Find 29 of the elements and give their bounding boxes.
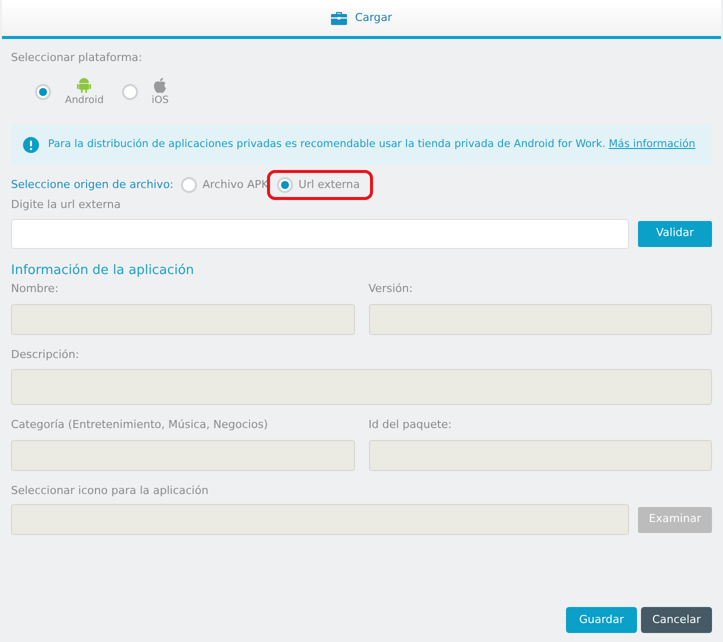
cancel-button[interactable]: Cancelar [641,607,712,633]
header-title: Cargar [355,10,392,26]
url-label: Digite la url externa [11,197,122,213]
info-text: Para la distribución de aplicaciones privadas es recomendable usar la tienda privada de Android for Work. Más información [48,136,696,152]
briefcase-icon [331,11,347,25]
source-label: Seleccione origen de archivo: [11,176,174,192]
source-option-label: Url externa [298,176,360,192]
radio-button[interactable] [122,84,138,100]
platform-option-label: Android [65,94,104,108]
field-label: Descripción: [11,346,80,362]
validate-button[interactable]: Validar [638,220,712,246]
exclamation-icon [23,136,39,152]
radio-button[interactable] [276,176,293,193]
platform-option-label: iOS [152,94,169,108]
field-label: Nombre: [11,281,60,297]
apple-icon [153,76,168,92]
android-icon [77,76,92,92]
radio-button[interactable] [35,84,51,100]
field-label: Id del paquete: [368,417,453,433]
more-info-link[interactable]: Más información [608,138,696,150]
radio-button[interactable] [180,176,197,193]
icon-label: Seleccionar icono para la aplicación [11,482,210,498]
section-title: Información de la aplicación [11,262,196,280]
field-label: Versión: [368,281,414,297]
platform-label: Seleccionar plataforma: [11,50,144,66]
save-button[interactable]: Guardar [566,607,637,633]
source-option-label: Archivo APK [202,176,269,192]
field-label: Categoría (Entretenimiento, Música, Negocios) [11,417,269,433]
url-field[interactable] [11,218,629,248]
